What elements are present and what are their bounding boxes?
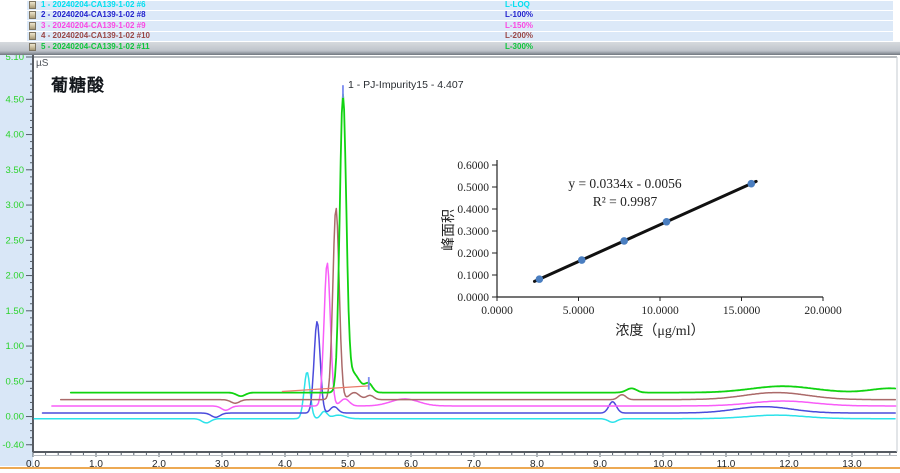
legend-row-5[interactable]: 5 - 20240204-CA139-1-02 #11 L-300%: [0, 42, 900, 52]
svg-text:4.50: 4.50: [6, 94, 25, 105]
y-axis-unit: µS: [36, 58, 48, 69]
svg-text:0.2000: 0.2000: [457, 248, 489, 260]
legend-row-4[interactable]: 4 - 20240204-CA139-1-02 #10 L-200%: [0, 31, 900, 41]
svg-text:y = 0.0334x - 0.0056: y = 0.0334x - 0.0056: [568, 176, 682, 191]
legend-row-2[interactable]: 2 - 20240204-CA139-1-02 #8 L-100%: [0, 10, 900, 20]
svg-text:3.0: 3.0: [215, 459, 229, 470]
svg-text:10.0000: 10.0000: [641, 305, 679, 317]
chromatogram-vial-icon: [29, 32, 36, 40]
svg-text:峰面积: 峰面积: [441, 209, 457, 251]
svg-text:5.0000: 5.0000: [563, 305, 595, 317]
svg-text:0.0000: 0.0000: [481, 305, 513, 317]
svg-text:15.0000: 15.0000: [723, 305, 761, 317]
svg-text:13.0: 13.0: [842, 459, 862, 470]
svg-text:3.50: 3.50: [6, 165, 25, 176]
chromatogram-vial-icon: [29, 22, 36, 30]
legend-row-level: L-300%: [505, 42, 533, 53]
svg-text:2.00: 2.00: [6, 271, 25, 282]
legend-row-background: [27, 32, 893, 41]
chromatogram-vial-icon: [29, 43, 36, 51]
svg-text:0.5000: 0.5000: [457, 182, 489, 194]
svg-text:6.0: 6.0: [404, 459, 418, 470]
svg-text:0.50: 0.50: [6, 376, 25, 387]
svg-text:10.0: 10.0: [653, 459, 673, 470]
legend-row-label: 2 - 20240204-CA139-1-02 #8: [41, 10, 146, 21]
legend-row-label: 4 - 20240204-CA139-1-02 #10: [41, 31, 150, 42]
legend-row-label: 1 - 20240204-CA139-1-02 #6: [41, 0, 146, 11]
svg-text:0.0000: 0.0000: [457, 292, 489, 304]
chromatogram-area[interactable]: 5.10 4.50 4.00 3.50 3.00 2.50 2.00 1.50 1.00 0.50…: [0, 55, 900, 473]
legend-row-level: L-LOQ: [505, 0, 530, 11]
injection-legend-header: 1 - 20240204-CA139-1-02 #6 L-LOQ 2 - 202…: [0, 0, 900, 52]
svg-text:5.0: 5.0: [341, 459, 355, 470]
svg-text:4.0: 4.0: [278, 459, 292, 470]
svg-text:7.0: 7.0: [467, 459, 481, 470]
legend-row-1[interactable]: 1 - 20240204-CA139-1-02 #6 L-LOQ: [0, 0, 900, 10]
legend-row-label: 3 - 20240204-CA139-1-02 #9: [41, 21, 146, 32]
svg-text:0.00: 0.00: [6, 412, 25, 423]
svg-text:4.00: 4.00: [6, 130, 25, 141]
svg-text:-0.40: -0.40: [2, 440, 24, 451]
peak-label: 1 - PJ-Impurity15 - 4.407: [348, 79, 464, 91]
svg-text:1.50: 1.50: [6, 306, 25, 317]
svg-text:20.0000: 20.0000: [804, 305, 842, 317]
legend-row-level: L-150%: [505, 21, 533, 32]
svg-text:2.0: 2.0: [152, 459, 166, 470]
svg-text:0.4000: 0.4000: [457, 204, 489, 216]
legend-row-background: [27, 1, 893, 10]
chromatogram-vial-icon: [29, 11, 36, 19]
legend-row-level: L-100%: [505, 10, 533, 21]
svg-text:0.3000: 0.3000: [457, 226, 489, 238]
svg-text:9.0: 9.0: [593, 459, 607, 470]
svg-text:1.0: 1.0: [89, 459, 103, 470]
svg-text:3.00: 3.00: [6, 200, 25, 211]
chromatogram-vial-icon: [29, 1, 36, 9]
legend-row-3[interactable]: 3 - 20240204-CA139-1-02 #9 L-150%: [0, 21, 900, 31]
legend-row-level: L-200%: [505, 31, 533, 42]
chromatogram-title: 葡糖酸: [51, 71, 105, 96]
legend-row-background: [27, 11, 893, 20]
svg-text:1.00: 1.00: [6, 341, 25, 352]
svg-text:0.6000: 0.6000: [457, 160, 489, 172]
legend-row-background: [27, 21, 893, 30]
svg-text:0.1000: 0.1000: [457, 270, 489, 282]
svg-text:0.0: 0.0: [26, 459, 40, 470]
svg-text:12.0: 12.0: [779, 459, 799, 470]
svg-text:5.10: 5.10: [6, 55, 25, 63]
svg-text:8.0: 8.0: [530, 459, 544, 470]
svg-text:R² = 0.9987: R² = 0.9987: [593, 194, 658, 209]
svg-text:11.0: 11.0: [717, 459, 736, 470]
svg-text:浓度（μg/ml）: 浓度（μg/ml）: [615, 323, 704, 339]
calibration-inset-chart: 0.0000 0.1000 0.2000 0.3000 0.4000 0.5000 0.60…: [440, 150, 860, 355]
svg-text:2.50: 2.50: [6, 235, 25, 246]
legend-row-label: 5 - 20240204-CA139-1-02 #11: [41, 42, 150, 53]
